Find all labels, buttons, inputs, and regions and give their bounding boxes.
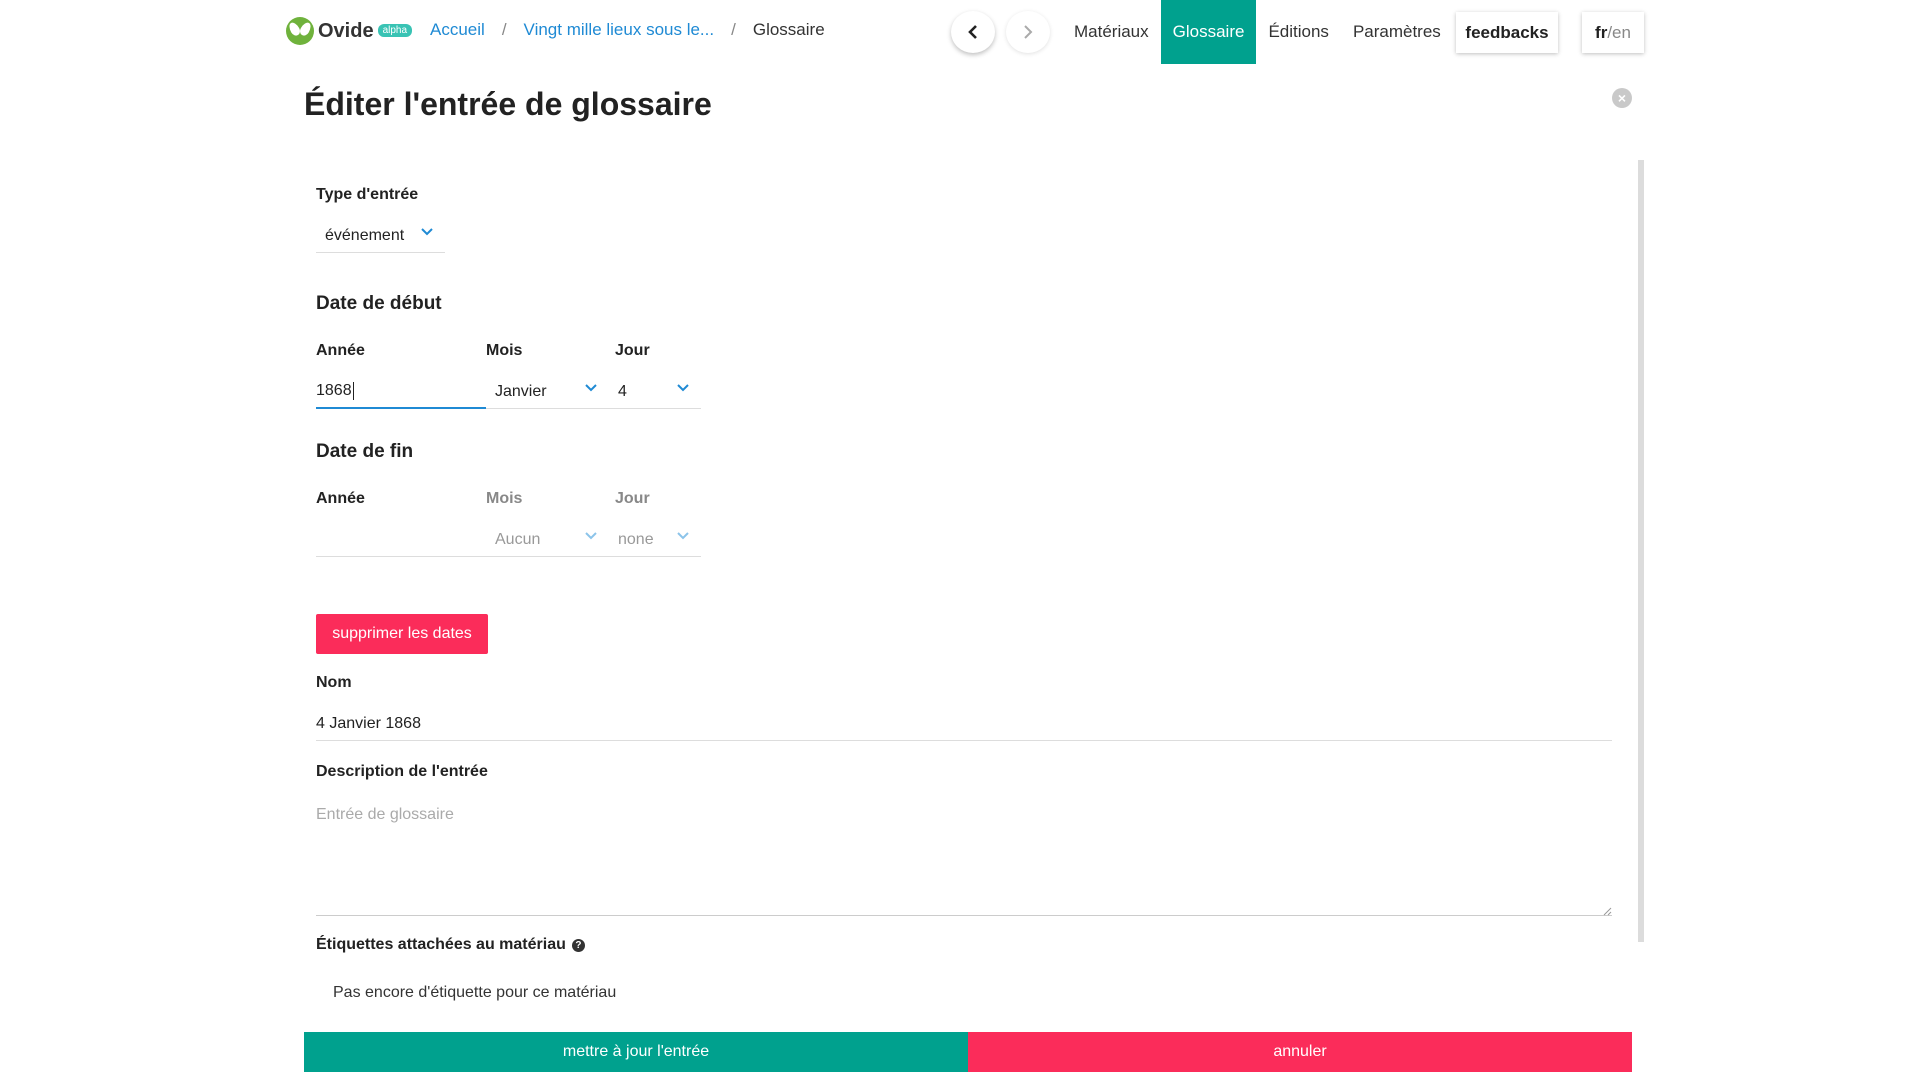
breadcrumb-separator: / <box>731 20 736 39</box>
entry-type-value: événement <box>325 226 405 244</box>
app-logo[interactable]: Ovide alpha <box>286 14 413 48</box>
chevron-down-icon <box>677 531 689 541</box>
name-label: Nom <box>316 674 352 691</box>
entry-type-select[interactable]: événement <box>316 219 445 253</box>
alpha-badge: alpha <box>377 23 413 37</box>
name-value: 4 Janvier 1868 <box>316 714 421 732</box>
tags-label-text: Étiquettes attachées au matériau <box>316 936 566 953</box>
language-switch[interactable]: fr / en <box>1582 12 1644 53</box>
modal-scrollbar[interactable] <box>1638 160 1644 942</box>
close-icon[interactable]: × <box>1612 88 1632 108</box>
tab-glossaire[interactable]: Glossaire <box>1160 0 1257 64</box>
end-month-label: Mois <box>486 490 523 507</box>
app-name: Ovide <box>318 19 374 42</box>
lang-en-option[interactable]: en <box>1612 23 1631 43</box>
feedback-button[interactable]: feedbacks <box>1456 12 1558 53</box>
lang-fr-option[interactable]: fr <box>1595 23 1607 43</box>
tab-parametres[interactable]: Paramètres <box>1341 0 1453 64</box>
chevron-left-icon <box>968 25 977 39</box>
chevron-down-icon <box>421 227 433 237</box>
chevron-right-icon <box>1024 25 1033 39</box>
end-date-heading: Date de fin <box>316 441 414 462</box>
start-day-value: 4 <box>618 382 627 400</box>
tags-empty-message: Pas encore d'étiquette pour ce matériau <box>333 984 617 1001</box>
end-year-input[interactable] <box>316 523 486 557</box>
start-month-value: Janvier <box>495 382 547 400</box>
start-month-select[interactable]: Janvier <box>486 375 609 409</box>
entry-type-label: Type d'entrée <box>316 186 419 203</box>
breadcrumb-story-link[interactable]: Vingt mille lieux sous le... <box>524 20 715 40</box>
start-year-label: Année <box>316 342 365 359</box>
start-date-heading: Date de début <box>316 293 442 314</box>
start-year-input[interactable]: 1868 <box>316 375 486 409</box>
resize-grip-icon[interactable] <box>1602 906 1612 916</box>
breadcrumb-separator: / <box>501 20 507 39</box>
update-entry-button[interactable]: mettre à jour l'entrée <box>304 1032 968 1072</box>
tab-editions[interactable]: Éditions <box>1256 0 1340 64</box>
chevron-down-icon <box>585 383 597 393</box>
tags-label: Étiquettes attachées au matériau? <box>316 936 585 954</box>
start-day-select[interactable]: 4 <box>609 375 701 409</box>
chevron-down-icon <box>677 383 689 393</box>
name-input[interactable]: 4 Janvier 1868 <box>316 707 1612 741</box>
breadcrumb-home-link[interactable]: Accueil <box>430 20 485 40</box>
page-title: Éditer l'entrée de glossaire <box>304 86 712 122</box>
description-textarea[interactable] <box>316 796 1612 916</box>
delete-dates-button[interactable]: supprimer les dates <box>316 614 488 654</box>
text-caret <box>352 382 354 400</box>
description-placeholder: Entrée de glossaire <box>316 806 454 823</box>
breadcrumb: Accueil / Vingt mille lieux sous le... /… <box>430 20 825 40</box>
start-month-label: Mois <box>486 342 523 359</box>
end-day-value: none <box>618 530 654 548</box>
main-tabs: Matériaux Glossaire Éditions Paramètres <box>1062 0 1453 64</box>
start-day-label: Jour <box>615 342 650 359</box>
tab-materiaux[interactable]: Matériaux <box>1062 0 1161 64</box>
end-year-label: Année <box>316 490 365 507</box>
top-navbar: Ovide alpha Accueil / Vingt mille lieux … <box>0 0 1920 64</box>
end-month-select[interactable]: Aucun <box>486 523 609 557</box>
breadcrumb-current: Glossaire <box>752 20 825 39</box>
end-day-select[interactable]: none <box>609 523 701 557</box>
cancel-button[interactable]: annuler <box>968 1032 1632 1072</box>
end-day-label: Jour <box>615 490 650 507</box>
end-month-value: Aucun <box>495 530 541 548</box>
ovide-logo-icon <box>286 17 314 45</box>
description-label: Description de l'entrée <box>316 763 488 780</box>
chevron-down-icon <box>585 531 597 541</box>
help-icon[interactable]: ? <box>571 939 585 952</box>
start-year-value: 1868 <box>316 382 352 399</box>
history-back-button[interactable] <box>951 11 995 53</box>
history-forward-button[interactable] <box>1006 11 1050 53</box>
